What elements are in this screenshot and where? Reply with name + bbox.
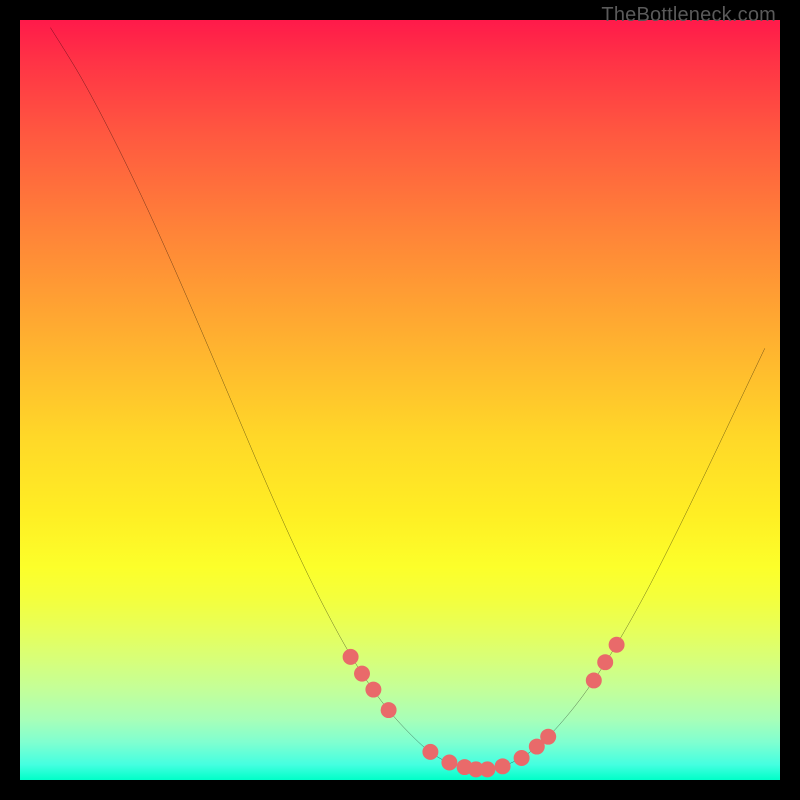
highlight-dot [479,761,495,777]
highlight-dot [495,758,511,774]
highlight-dot [422,744,438,760]
highlight-dot [586,672,602,688]
bottleneck-curve [50,28,764,770]
highlight-dot [365,682,381,698]
watermark-text: TheBottleneck.com [601,4,776,27]
highlight-dot [343,649,359,665]
highlight-dot [514,750,530,766]
chart-frame: TheBottleneck.com [0,0,800,800]
highlight-dot [609,637,625,653]
plot-area [20,20,780,780]
highlight-dot [441,755,457,771]
highlight-dot [354,666,370,682]
chart-overlay [20,20,780,780]
highlight-dot [597,654,613,670]
highlight-dot [381,702,397,718]
highlight-dot [540,729,556,745]
highlight-dots [343,637,625,778]
